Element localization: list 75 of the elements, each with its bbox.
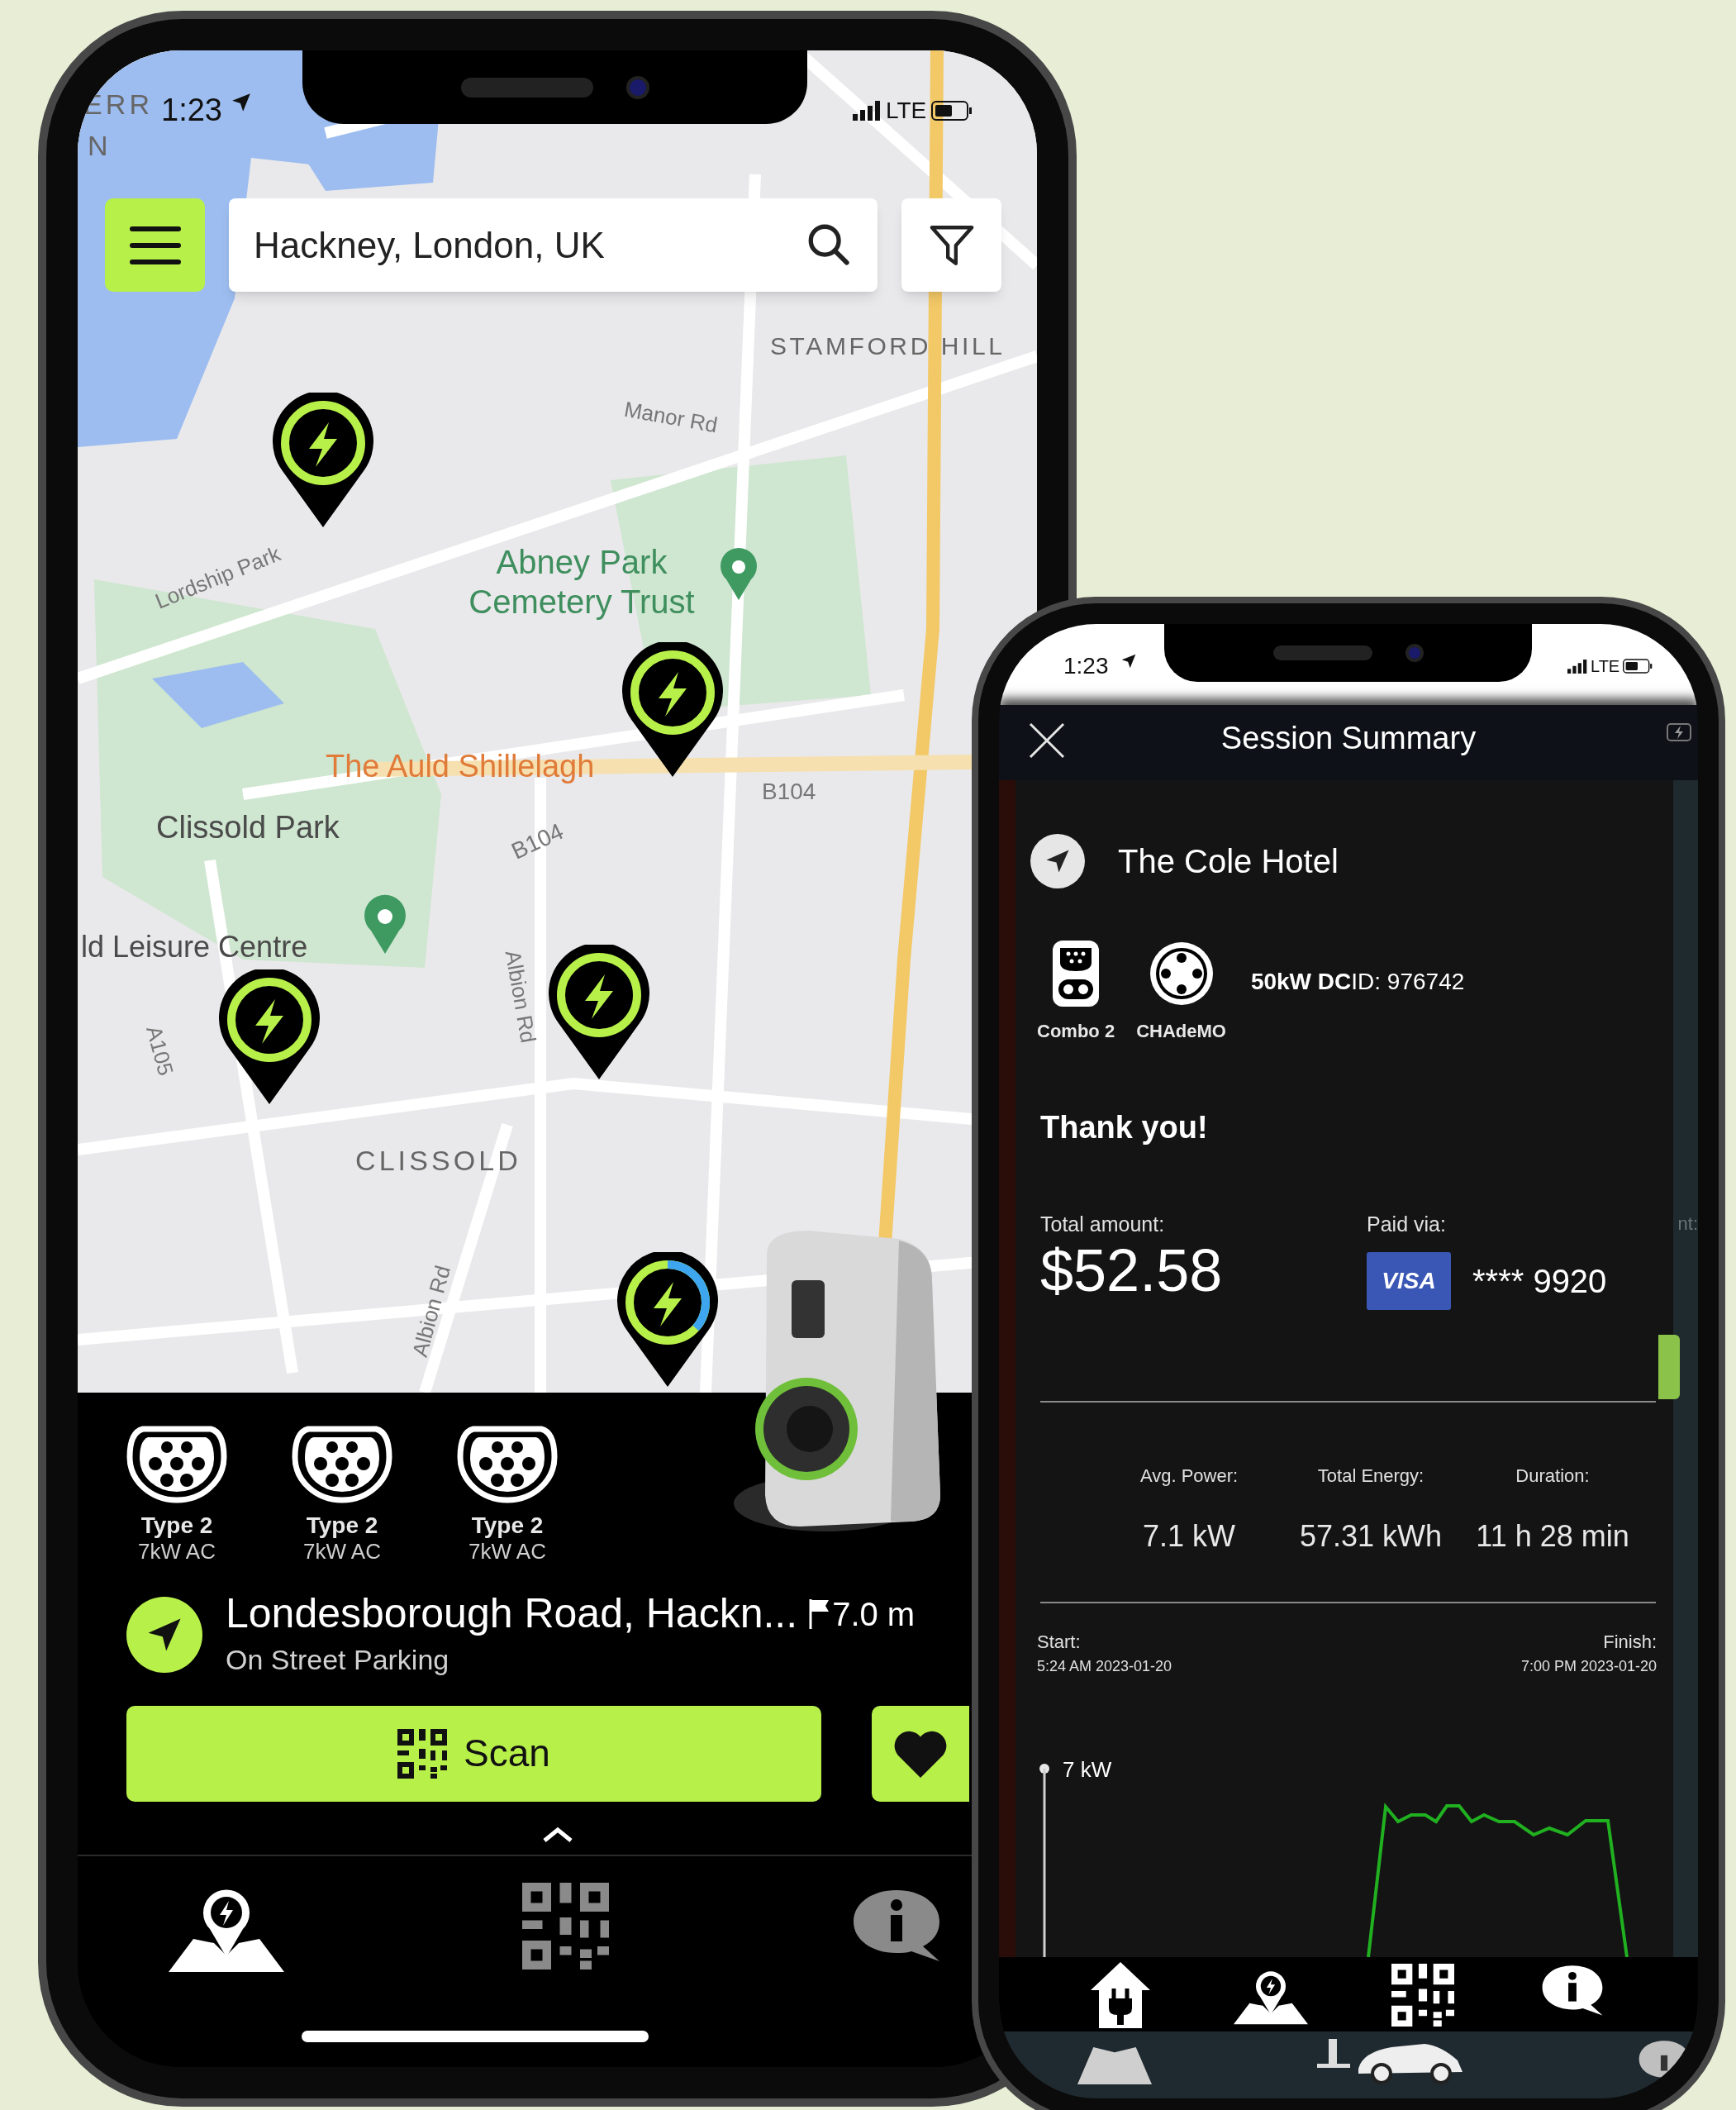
map-label: B104 [507, 817, 568, 866]
map-label: Abney Park Cemetery Trust [468, 543, 696, 622]
close-icon [1028, 722, 1066, 760]
location-name: The Cole Hotel [1118, 842, 1339, 881]
connector-power: 7kW AC [138, 1538, 216, 1565]
map-label: A105 [140, 1022, 179, 1079]
charging-station-pin[interactable] [617, 1252, 718, 1387]
menu-button[interactable] [105, 198, 205, 292]
finish-label: Finish: [1603, 1630, 1657, 1654]
edge-label: nt: [1677, 1212, 1698, 1236]
parking-type: On Street Parking [226, 1643, 450, 1677]
favorite-button[interactable] [872, 1706, 969, 1802]
axis-label: 7 kW [1063, 1756, 1112, 1784]
charger-info: 50kW DCID: 976742 [1250, 968, 1465, 996]
place-marker-icon [721, 547, 757, 600]
paid-via-label: Paid via: [1367, 1212, 1447, 1237]
connector-type: Type 2 [471, 1513, 544, 1539]
map-label: CLISSOLD [355, 1144, 521, 1178]
map-label: The Auld Shillelagh [326, 748, 595, 785]
battery-icon [931, 101, 973, 121]
total-amount: $52.58 [1040, 1240, 1224, 1300]
map-label: Clissold Park [156, 809, 340, 846]
qr-code-icon [397, 1729, 448, 1779]
map-label: Albion Rd [406, 1262, 456, 1361]
total-amount-label: Total amount: [1040, 1212, 1166, 1237]
distance-label: 7.0 m [832, 1595, 916, 1634]
start-label: Start: [1037, 1630, 1082, 1654]
stat-value: 57.31 kWh [1299, 1517, 1443, 1555]
signal-icon [853, 101, 881, 121]
map-label: B104 [762, 778, 816, 806]
filter-button[interactable] [901, 198, 1001, 292]
stat-value: 7.1 kW [1143, 1517, 1235, 1555]
qr-code-icon[interactable] [522, 1883, 609, 1970]
stat-label: Total Energy: [1317, 1464, 1424, 1488]
connector-label: Combo 2 [1037, 1020, 1115, 1043]
map-label: Manor Rd [621, 395, 721, 440]
status-time: 1:23 [161, 92, 222, 129]
thank-you-message: Thank you! [1040, 1109, 1209, 1146]
menu-icon [129, 226, 181, 264]
map-label: N [88, 129, 112, 163]
screen-title: Session Summary [1220, 720, 1477, 757]
connector-type: Type 2 [306, 1513, 378, 1539]
connector-type: Type 2 [140, 1513, 213, 1539]
search-field[interactable]: Hackney, London, UK [229, 198, 878, 292]
visa-card-badge: VISA [1367, 1251, 1451, 1310]
qr-code-icon[interactable] [1391, 1962, 1454, 2028]
station-name: Londesborough Road, Hackn... [226, 1591, 798, 1637]
start-time: 5:24 AM 2023-01-20 [1037, 1656, 1172, 1676]
close-button[interactable] [1028, 722, 1066, 760]
signal-icon [1567, 659, 1587, 674]
stat-value: 11 h 28 min [1476, 1517, 1629, 1555]
stat-label: Duration: [1515, 1464, 1590, 1488]
map-label: ld Leisure Centre [81, 929, 308, 965]
network-label: LTE [1591, 656, 1620, 677]
charging-station-pin[interactable] [549, 945, 649, 1079]
charging-station-pin[interactable] [622, 642, 723, 777]
home-plug-icon[interactable] [1090, 1962, 1150, 2028]
charging-station-pin[interactable] [219, 969, 320, 1104]
location-arrow-icon [231, 92, 252, 113]
map-label: Albion Rd [499, 948, 542, 1045]
connector-label: CHAdeMO [1136, 1020, 1226, 1043]
heart-icon [893, 1730, 948, 1778]
connector-power: 7kW AC [468, 1538, 546, 1565]
charging-station-pin[interactable] [273, 393, 373, 527]
status-time: 1:23 [1063, 652, 1109, 680]
stat-label: Avg. Power: [1139, 1464, 1239, 1488]
location-arrow-icon [1120, 653, 1137, 669]
battery-icon [1623, 659, 1653, 674]
scan-button[interactable]: Scan [126, 1706, 821, 1802]
connector-power: 7kW AC [303, 1538, 381, 1565]
place-marker-icon [364, 894, 406, 954]
finish-time: 7:00 PM 2023-01-20 [1520, 1656, 1657, 1676]
network-label: LTE [886, 97, 927, 125]
map-label: STAMFORD HILL [770, 331, 1006, 361]
card-number: **** 9920 [1472, 1261, 1607, 1301]
